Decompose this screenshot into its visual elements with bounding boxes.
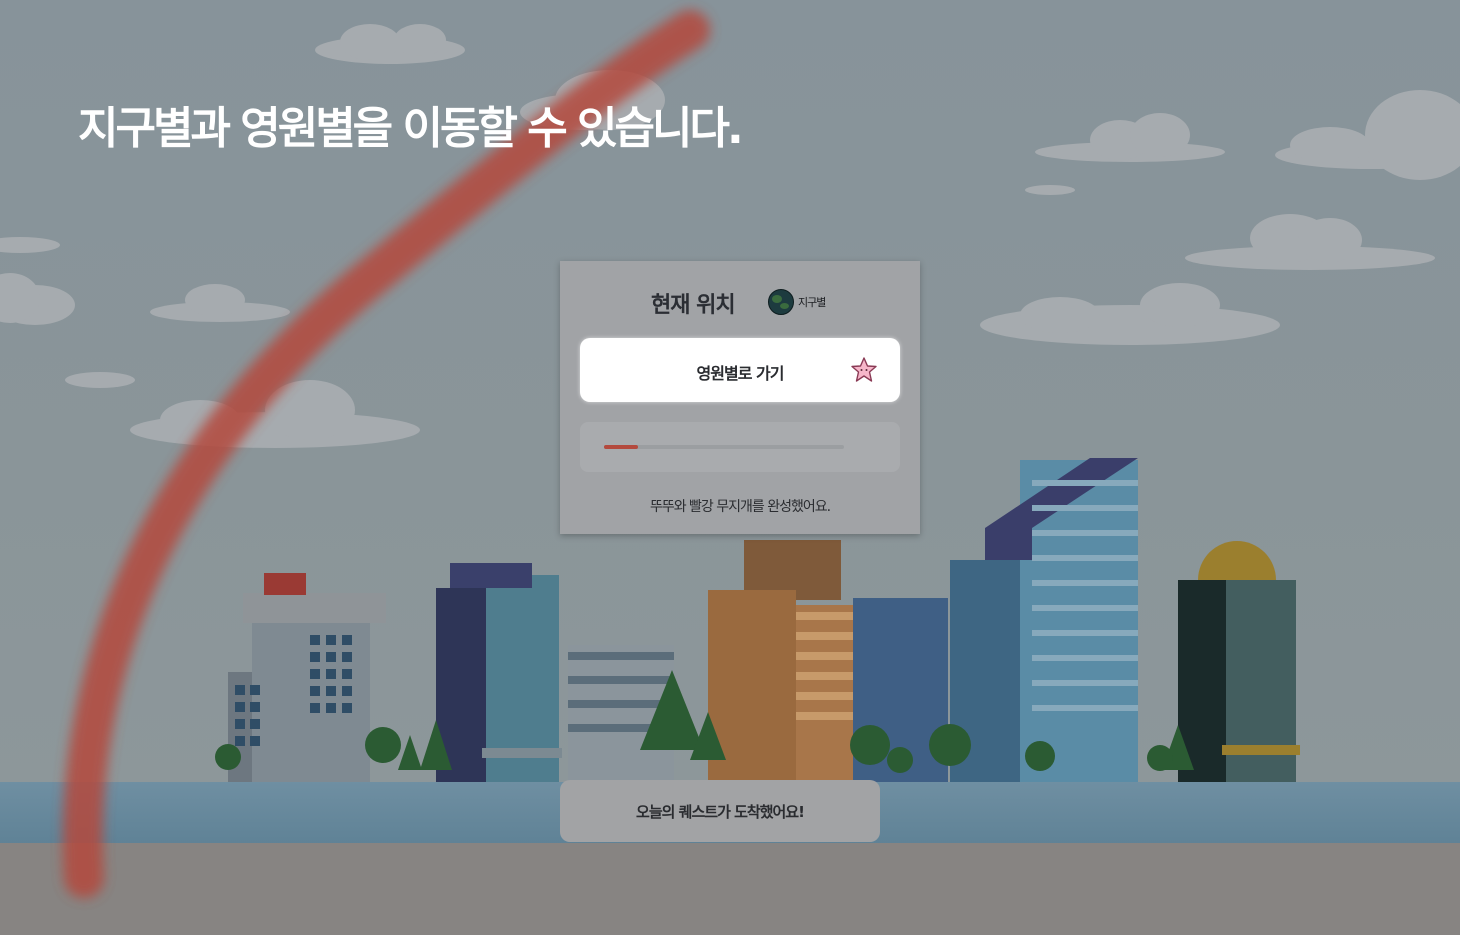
progress-status-message: 뚜뚜와 빨강 무지개를 완성했어요. [649, 499, 831, 515]
current-planet-label: 지구별 [798, 296, 826, 309]
daily-quest-banner[interactable]: 오늘의 퀘스트가 도착했어요! [560, 780, 880, 842]
page-headline: 지구별과 영원별을 이동할 수 있습니다. [78, 103, 744, 154]
location-panel: 현재 위치 지구별 영원별로 가기 뚜뚜와 빨강 무지개를 완성했어요. [560, 261, 920, 534]
daily-quest-text: 오늘의 퀘스트가 도착했어요! [636, 803, 805, 821]
current-location-title: 현재 위치 [651, 293, 736, 318]
current-planet-badge: 지구별 [768, 289, 826, 315]
panel-header: 현재 위치 지구별 [560, 285, 920, 321]
progress-fill [604, 445, 638, 449]
earth-icon [768, 289, 794, 315]
go-to-eternal-star-button[interactable]: 영원별로 가기 [580, 338, 900, 402]
quest-progress-box [580, 422, 900, 472]
star-icon [851, 357, 877, 382]
progress-track [604, 445, 844, 449]
